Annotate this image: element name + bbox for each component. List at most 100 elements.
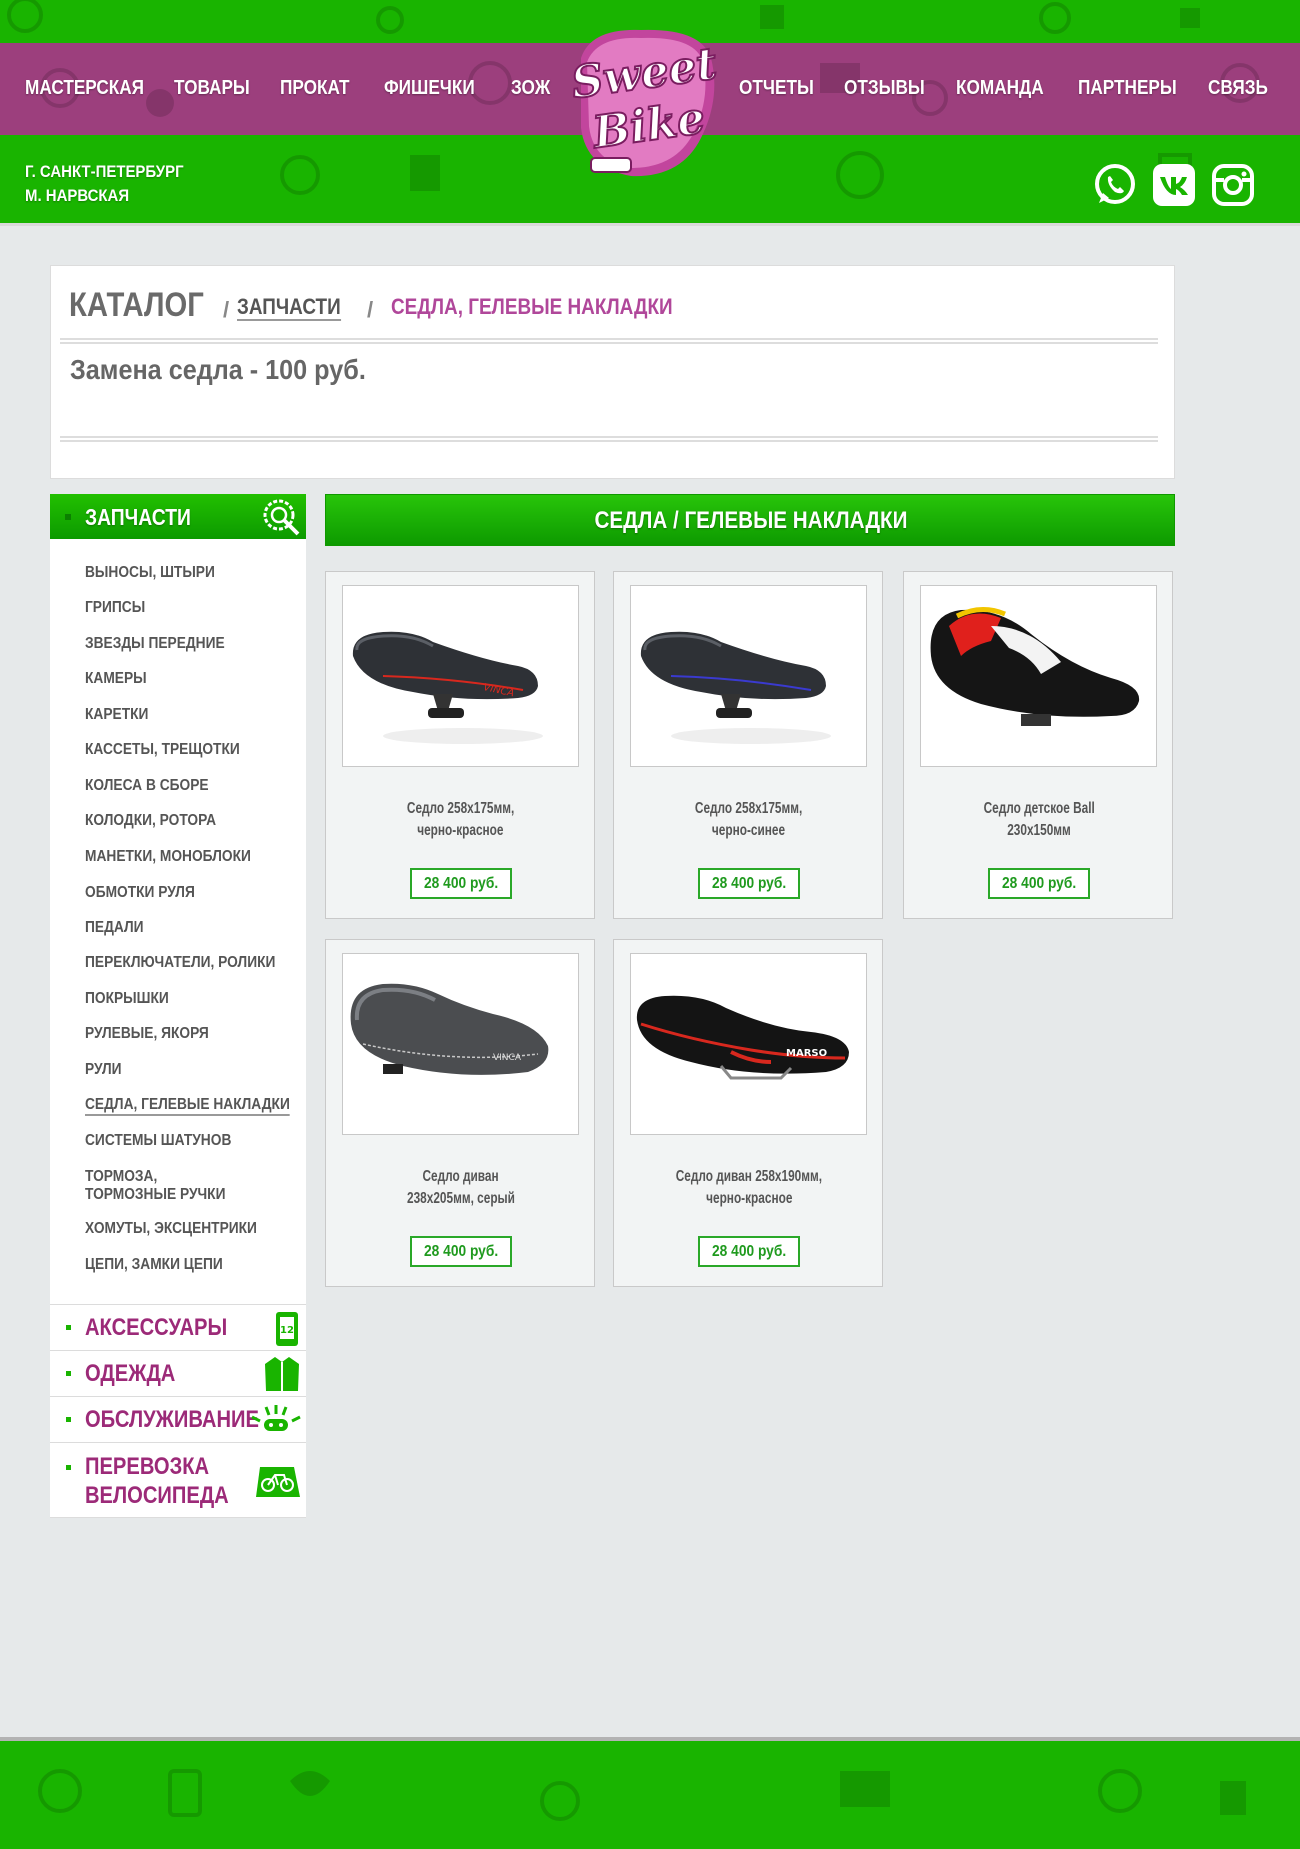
bullet-icon: [65, 514, 71, 520]
category-clothing-label[interactable]: ОДЕЖДА: [85, 1359, 175, 1388]
location-city: Г. САНКТ-ПЕТЕРБУРГ: [25, 162, 184, 181]
nav-features[interactable]: ФИШЕЧКИ: [384, 77, 475, 100]
product-name: Седло диван 258х190мм, черно-красное: [675, 1168, 823, 1207]
nav-contact[interactable]: СВЯЗЬ: [1208, 77, 1268, 100]
product-card[interactable]: VINCA Седло диван 238х205мм, серый 28 400…: [325, 939, 595, 1287]
sidebar-item-bar-tape[interactable]: ОБМОТКИ РУЛЯ: [85, 884, 195, 902]
doodle-pattern: [38, 1769, 1246, 1821]
sidebar-item-tires[interactable]: ПОКРЫШКИ: [85, 990, 169, 1008]
category-bike-transport-line1: ПЕРЕВОЗКА: [85, 1453, 210, 1480]
product-image[interactable]: VINCA: [342, 585, 579, 767]
product-card[interactable]: VINCA Седло 258х175мм, черно-красное 28 4…: [325, 571, 595, 919]
product-image[interactable]: [630, 585, 867, 767]
sidebar-item-cassettes[interactable]: КАССЕТЫ, ТРЕЩОТКИ: [85, 741, 240, 759]
product-image[interactable]: MARSO: [630, 953, 867, 1135]
sidebar-item-brakes-line2: ТОРМОЗНЫЕ РУЧКИ: [85, 1186, 226, 1203]
sidebar-header[interactable]: ЗАПЧАСТИ: [50, 494, 306, 539]
product-price[interactable]: 28 400 руб.: [698, 1236, 800, 1267]
category-accessories-label[interactable]: АКСЕССУАРЫ: [85, 1313, 227, 1342]
nav-reviews[interactable]: ОТЗЫВЫ: [844, 77, 925, 100]
jacket-icon: [265, 1357, 299, 1391]
sidebar-item-derailleurs[interactable]: ПЕРЕКЛЮЧАТЕЛИ, РОЛИКИ: [85, 954, 275, 972]
sidebar-item-stems[interactable]: ВЫНОСЫ, ШТЫРИ: [85, 564, 215, 582]
product-card[interactable]: Седло детское Ball 230х150мм 28 400 руб.: [903, 571, 1173, 919]
sidebar-item-shifters[interactable]: МАНЕТКИ, МОНОБЛОКИ: [85, 848, 251, 866]
nav-reports[interactable]: ОТЧЕТЫ: [739, 77, 814, 100]
sidebar-item-brake-pads[interactable]: КОЛОДКИ, РОТОРА: [85, 812, 216, 830]
product-price[interactable]: 28 400 руб.: [698, 868, 800, 899]
sidebar-item-saddles[interactable]: СЕДЛА, ГЕЛЕВЫЕ НАКЛАДКИ: [85, 1096, 290, 1116]
whatsapp-icon[interactable]: [1093, 163, 1137, 207]
sidebar-item-chains[interactable]: ЦЕПИ, ЗАМКИ ЦЕПИ: [85, 1256, 223, 1274]
sidebar-item-brakes-line1: ТОРМОЗА,: [85, 1168, 158, 1185]
sidebar-title: ЗАПЧАСТИ: [85, 504, 191, 530]
product-name: Седло диван 238х205мм, серый: [407, 1168, 515, 1207]
vk-icon[interactable]: [1152, 163, 1196, 207]
nav-team[interactable]: КОМАНДА: [956, 77, 1044, 100]
nav-rental[interactable]: ПРОКАТ: [280, 77, 350, 100]
sidebar-item-clamps[interactable]: ХОМУТЫ, ЭКСЦЕНТРИКИ: [85, 1220, 257, 1238]
footer: [0, 1737, 1300, 1849]
sidebar-item-tubes[interactable]: КАМЕРЫ: [85, 670, 147, 688]
bullet-icon: [66, 1465, 71, 1470]
location-metro: М. НАРВСКАЯ: [25, 186, 130, 205]
brand-text: MARSO: [786, 1048, 827, 1059]
nav-healthy-life[interactable]: ЗОЖ: [511, 77, 550, 100]
sidebar-item-chainrings[interactable]: ЗВЕЗДЫ ПЕРЕДНИЕ: [85, 635, 225, 653]
category-bike-transport[interactable]: ПЕРЕВОЗКА ВЕЛОСИПЕДА: [50, 1442, 306, 1518]
breadcrumb-current: СЕДЛА, ГЕЛЕВЫЕ НАКЛАДКИ: [391, 294, 673, 319]
sidebar-item-bottom-brackets[interactable]: КАРЕТКИ: [85, 706, 148, 724]
product-card[interactable]: Седло 258х175мм, черно-синее 28 400 руб.: [613, 571, 883, 919]
divider: [60, 338, 1158, 344]
category-service-label[interactable]: ОБСЛУЖИВАНИЕ: [85, 1405, 259, 1434]
products-header: СЕДЛА / ГЕЛЕВЫЕ НАКЛАДКИ: [325, 494, 1175, 546]
category-clothing[interactable]: ОДЕЖДА: [50, 1350, 306, 1396]
sweet-bike-logo[interactable]: Sweet Bike: [561, 18, 731, 188]
category-service[interactable]: ОБСЛУЖИВАНИЕ: [50, 1396, 306, 1442]
sidebar-subcategory-list: ВЫНОСЫ, ШТЫРИ ГРИПСЫ ЗВЕЗДЫ ПЕРЕДНИЕ КАМ…: [50, 539, 306, 1304]
bullet-icon: [66, 1371, 71, 1376]
saddle-image: VINCA: [350, 983, 549, 1075]
saddle-image: [640, 631, 831, 744]
phone-icon: 12: [276, 1312, 298, 1346]
product-price[interactable]: 28 400 руб.: [410, 1236, 512, 1267]
brand-text: VINCA: [493, 1053, 522, 1063]
sidebar-item-headsets[interactable]: РУЛЕВЫЕ, ЯКОРЯ: [85, 1025, 209, 1043]
divider: [60, 436, 1158, 442]
products-title: СЕДЛА / ГЕЛЕВЫЕ НАКЛАДКИ: [594, 507, 908, 534]
sidebar-item-grips[interactable]: ГРИПСЫ: [85, 599, 145, 617]
product-image[interactable]: VINCA: [342, 953, 579, 1135]
product-price[interactable]: 28 400 руб.: [988, 868, 1090, 899]
breadcrumb-separator: /: [367, 297, 374, 322]
product-image[interactable]: [920, 585, 1157, 767]
bike-light-icon: [251, 1405, 301, 1431]
svg-text:12: 12: [280, 1325, 294, 1336]
breadcrumb-parts[interactable]: ЗАПЧАСТИ: [237, 295, 341, 321]
location-block: Г. САНКТ-ПЕТЕРБУРГ М. НАРВСКАЯ: [25, 160, 184, 208]
sidebar-item-pedals[interactable]: ПЕДАЛИ: [85, 919, 144, 937]
saddle-image: VINCA: [352, 631, 543, 744]
product-card[interactable]: MARSO Седло диван 258х190мм, черно-красно…: [613, 939, 883, 1287]
product-name: Седло 258х175мм, черно-синее: [695, 800, 803, 839]
sidebar-item-handlebars[interactable]: РУЛИ: [85, 1061, 122, 1079]
bullet-icon: [66, 1325, 71, 1330]
category-bike-transport-label[interactable]: ПЕРЕВОЗКА ВЕЛОСИПЕДА: [85, 1452, 229, 1510]
sidebar-item-cranksets[interactable]: СИСТЕМЫ ШАТУНОВ: [85, 1132, 231, 1150]
sidebar-item-brakes[interactable]: ТОРМОЗА, ТОРМОЗНЫЕ РУЧКИ: [85, 1168, 225, 1204]
nav-workshop[interactable]: МАСТЕРСКАЯ: [25, 77, 144, 100]
bike-bag-icon: [256, 1467, 300, 1497]
product-price[interactable]: 28 400 руб.: [410, 868, 512, 899]
nav-goods[interactable]: ТОВАРЫ: [174, 77, 250, 100]
nav-partners[interactable]: ПАРТНЕРЫ: [1078, 77, 1177, 100]
catalog-header-box: КАТАЛОГ / ЗАПЧАСТИ / СЕДЛА, ГЕЛЕВЫЕ НАКЛ…: [50, 265, 1175, 479]
page-title: КАТАЛОГ: [69, 286, 204, 324]
category-accessories[interactable]: АКСЕССУАРЫ 12: [50, 1304, 306, 1350]
instagram-icon[interactable]: [1211, 163, 1255, 207]
replace-price-note: Замена седла - 100 руб.: [70, 354, 366, 385]
category-bike-transport-line2: ВЕЛОСИПЕДА: [85, 1482, 229, 1509]
sidebar-item-wheels[interactable]: КОЛЕСА В СБОРЕ: [85, 777, 209, 795]
bullet-icon: [66, 1417, 71, 1422]
chainring-icon: [263, 499, 300, 536]
product-name: Седло детское Ball 230х150мм: [983, 800, 1095, 839]
product-name: Седло 258х175мм, черно-красное: [407, 800, 515, 839]
